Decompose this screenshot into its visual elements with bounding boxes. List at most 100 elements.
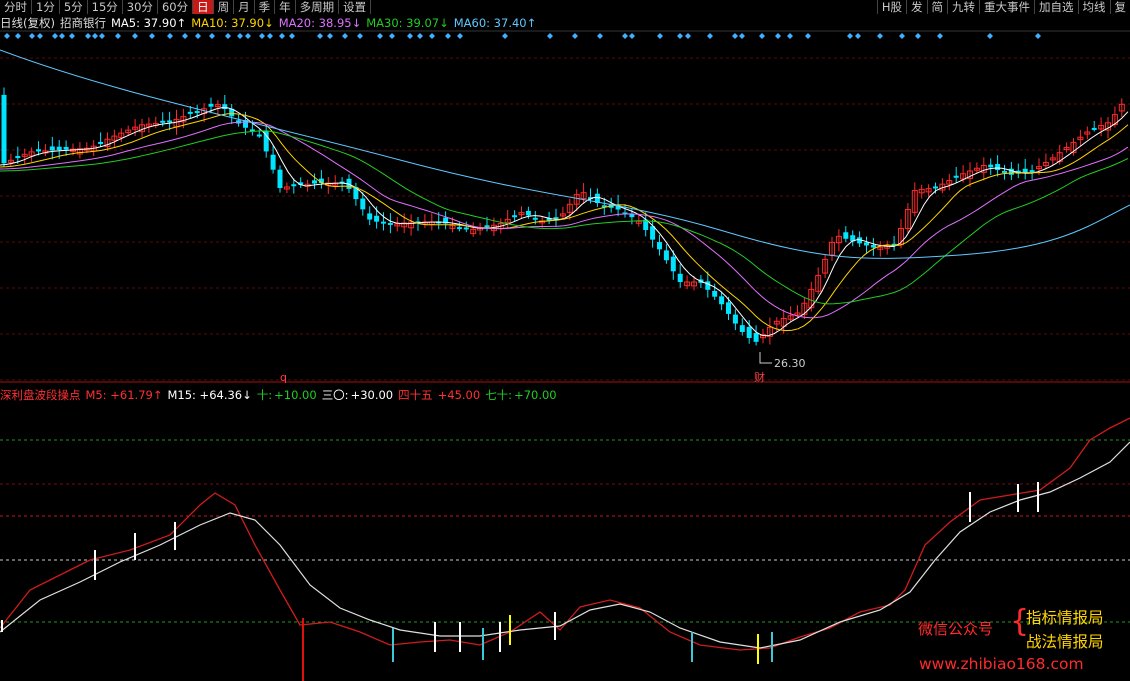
candle-body-74 — [512, 215, 518, 218]
low-price-label: 26.30 — [774, 357, 806, 370]
signal-diamond-34 — [457, 33, 463, 39]
candle-body-102 — [705, 281, 711, 290]
signal-diamond-53 — [877, 33, 883, 39]
signal-diamond-48 — [775, 33, 781, 39]
signal-diamond-21 — [267, 33, 273, 39]
signal-diamond-57 — [987, 33, 993, 39]
signal-diamond-36 — [547, 33, 553, 39]
candle-body-126 — [870, 245, 876, 248]
candle-body-125 — [864, 242, 869, 246]
candle-body-143 — [988, 164, 994, 168]
candle-body-108 — [746, 326, 752, 338]
candle-body-138 — [953, 175, 959, 178]
candle-body-8 — [56, 146, 62, 151]
candle-body-0 — [1, 94, 7, 164]
wechat-label: 微信公众号 — [918, 620, 994, 638]
signal-diamond-40 — [629, 33, 635, 39]
candle-body-77 — [532, 217, 538, 220]
candle-body-52 — [360, 198, 366, 210]
signal-diamond-20 — [259, 33, 265, 39]
signal-diamond-23 — [289, 33, 295, 39]
ma60-line — [0, 49, 1130, 259]
signal-diamond-54 — [899, 33, 905, 39]
signal-diamond-43 — [685, 33, 691, 39]
signal-diamond-56 — [937, 33, 943, 39]
signal-diamond-9 — [99, 33, 105, 39]
candle-body-5 — [36, 149, 41, 152]
signal-diamond-51 — [847, 33, 853, 39]
signal-diamond-42 — [677, 33, 683, 39]
candle-body-56 — [387, 222, 393, 225]
signal-diamond-4 — [52, 33, 58, 39]
candle-body-145 — [1002, 170, 1007, 173]
candle-body-66 — [456, 227, 462, 230]
q-mark: q — [280, 371, 287, 384]
signal-diamond-58 — [1035, 33, 1041, 39]
kline-chart[interactable]: 26.30 财 q — [0, 0, 1130, 681]
signal-diamond-24 — [317, 33, 323, 39]
signal-diamond-13 — [167, 33, 173, 39]
candle-body-94 — [650, 226, 656, 240]
m5-line — [0, 417, 1130, 651]
signal-diamond-31 — [417, 33, 423, 39]
candle-body-37 — [256, 134, 262, 137]
candle-body-24 — [167, 120, 173, 123]
signal-diamond-30 — [407, 33, 413, 39]
candle-body-30 — [208, 103, 214, 107]
candle-body-14 — [98, 141, 104, 144]
signal-diamond-15 — [195, 33, 201, 39]
candle-body-122 — [843, 232, 849, 239]
signal-diamond-33 — [445, 33, 451, 39]
signal-diamond-45 — [732, 33, 738, 39]
signal-diamond-10 — [115, 33, 121, 39]
signal-diamond-0 — [4, 33, 10, 39]
candle-body-76 — [525, 210, 531, 216]
candle-body-105 — [726, 302, 731, 314]
signal-diamond-1 — [15, 33, 21, 39]
low-price-pointer — [759, 352, 772, 364]
financial-report-mark: 财 — [754, 370, 765, 384]
candle-body-135 — [933, 186, 938, 189]
ma5-line — [0, 107, 1129, 337]
signal-diamond-37 — [572, 33, 578, 39]
signal-diamond-25 — [327, 33, 333, 39]
signal-diamond-55 — [915, 33, 921, 39]
candle-body-158 — [1091, 127, 1097, 130]
candle-body-144 — [995, 163, 1001, 171]
signal-diamond-12 — [149, 33, 155, 39]
candle-body-103 — [712, 290, 718, 297]
candle-body-45 — [312, 180, 317, 184]
signal-diamond-26 — [342, 33, 348, 39]
signal-diamond-17 — [225, 33, 231, 39]
candle-body-7 — [49, 146, 55, 151]
candle-body-107 — [739, 325, 745, 332]
candle-body-28 — [194, 111, 200, 114]
signal-diamond-39 — [622, 33, 628, 39]
signal-diamond-29 — [389, 33, 395, 39]
signal-diamond-27 — [357, 33, 363, 39]
candle-body-109 — [753, 333, 759, 342]
candle-body-55 — [381, 221, 386, 224]
signal-diamond-44 — [707, 33, 713, 39]
signal-diamond-22 — [279, 33, 285, 39]
brand-2: 战法情报局 — [1026, 633, 1104, 651]
candle-body-104 — [719, 296, 725, 305]
candle-body-39 — [270, 154, 276, 170]
signal-diamond-46 — [739, 33, 745, 39]
signal-diamond-19 — [245, 33, 251, 39]
signal-diamond-7 — [85, 33, 91, 39]
candle-body-96 — [663, 250, 669, 261]
candle-body-106 — [732, 314, 738, 324]
signal-diamond-41 — [657, 33, 663, 39]
signal-diamond-50 — [805, 33, 811, 39]
candle-body-23 — [160, 120, 166, 123]
candle-body-97 — [670, 256, 676, 272]
signal-diamond-38 — [597, 33, 603, 39]
signal-diamond-3 — [37, 33, 43, 39]
watermark-url: www.zhibiao168.com — [919, 655, 1084, 673]
ma10-line — [0, 113, 1129, 332]
candle-body-53 — [367, 213, 373, 220]
candle-body-67 — [463, 227, 469, 230]
candle-body-2 — [15, 156, 21, 159]
signal-diamond-52 — [855, 33, 861, 39]
